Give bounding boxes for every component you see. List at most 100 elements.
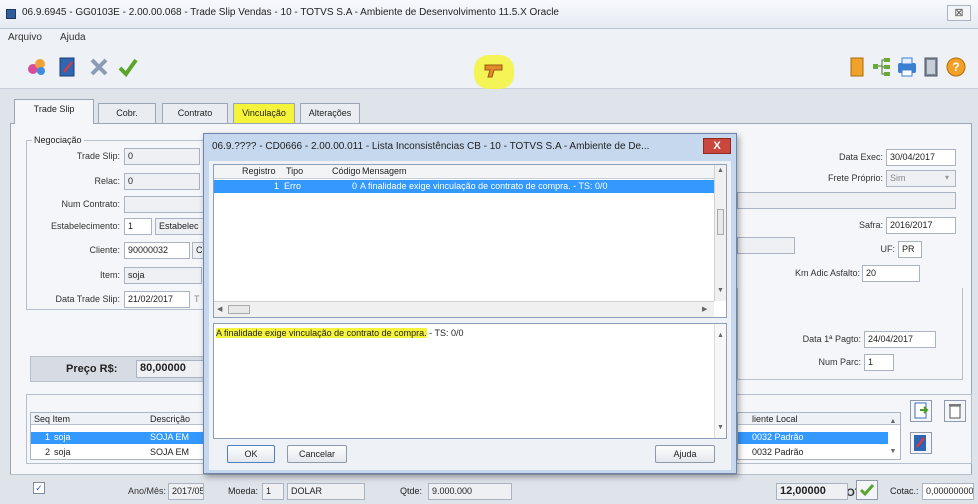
scroll-up-icon[interactable]: ▲ — [715, 332, 726, 339]
tab-vinculacao[interactable]: Vinculação — [233, 103, 295, 123]
contrato-info-field — [737, 192, 956, 209]
chevron-down-icon[interactable]: ▾ — [945, 173, 949, 182]
cotac-field[interactable]: 0,00000000 — [922, 483, 974, 500]
settings-cluster-icon[interactable] — [26, 56, 48, 80]
safra-field[interactable]: 2016/2017 — [886, 217, 956, 234]
cliente-name-extended-field — [737, 237, 795, 254]
data-1-pagto-label: Data 1ª Pagto: — [802, 334, 861, 344]
add-item-button[interactable] — [910, 400, 932, 422]
detail-message-box: A finalidade exige vinculação de contrat… — [213, 323, 727, 439]
uf-label: UF: — [880, 244, 896, 254]
moeda-label: Moeda: — [228, 486, 259, 496]
preco-label: Preço R$: — [66, 363, 118, 375]
data-1-pagto-field[interactable]: 24/04/2017 — [864, 331, 936, 348]
registro-header: Registro — [242, 166, 276, 176]
scroll-left-icon[interactable]: ◀ — [217, 305, 222, 313]
cancel-button[interactable]: Cancelar — [287, 445, 347, 463]
help-button[interactable]: Ajuda — [655, 445, 715, 463]
print-icon[interactable] — [896, 57, 918, 79]
detail-message: A finalidade exige vinculação de contrat… — [216, 328, 464, 338]
tree-icon[interactable] — [872, 57, 892, 79]
menu-bar — [0, 29, 978, 47]
error-list-hscroll[interactable]: ◀ ▶ — [214, 301, 714, 317]
tab-contrato[interactable]: Contrato — [162, 103, 228, 123]
qtde-field[interactable]: 9.000.000 — [428, 483, 512, 500]
cbot-field[interactable]: 12,00000 — [776, 483, 848, 500]
tipo-value: Erro — [284, 181, 302, 191]
hscroll-thumb[interactable] — [228, 305, 250, 314]
frete-proprio-label: Frete Próprio: — [827, 173, 883, 183]
row-seq: 2 — [45, 447, 51, 457]
error-list-vscroll[interactable]: ▲ ▼ — [714, 165, 726, 301]
data-exec-field[interactable]: 30/04/2017 — [886, 149, 956, 166]
confirm-check-icon[interactable] — [117, 56, 139, 80]
trade-slip-field[interactable]: 0 — [124, 148, 200, 165]
moeda-code-field[interactable]: 1 — [262, 483, 284, 500]
estabelecimento-name-field: Estabelec — [155, 218, 205, 235]
cliente-field[interactable]: 90000032 — [124, 242, 190, 259]
ok-button[interactable]: OK — [227, 445, 275, 463]
delete-icon[interactable] — [88, 56, 110, 80]
scroll-down-icon[interactable]: ▼ — [888, 448, 898, 455]
row-seq: 1 — [45, 432, 51, 442]
cliente-label: Cliente: — [89, 245, 120, 255]
qtde-label: Qtde: — [400, 486, 423, 496]
mensagem-value: A finalidade exige vinculação de contrat… — [360, 181, 608, 191]
menu-arquivo[interactable]: Arquivo — [8, 32, 42, 43]
num-parc-label: Num Parc: — [818, 357, 861, 367]
close-window-button[interactable]: ⊠ — [947, 5, 971, 21]
dialog-close-button[interactable]: X — [703, 138, 731, 154]
estabelecimento-field[interactable]: 1 — [124, 218, 152, 235]
bookmark-icon[interactable] — [850, 57, 864, 79]
ano-mes-field[interactable]: 2017/05 — [168, 483, 204, 500]
preco-field[interactable]: 80,00000 — [136, 360, 206, 378]
tab-trade-slip[interactable]: Trade Slip — [14, 99, 94, 124]
error-list-header: Registro Tipo Código Mensagem — [214, 165, 714, 179]
dialog-body: Registro Tipo Código Mensagem 1 Erro 0 A… — [209, 161, 731, 470]
num-contrato-field[interactable] — [124, 196, 204, 213]
svg-text:?: ? — [952, 60, 959, 74]
window-title: 06.9.6945 - GG0103E - 2.00.00.068 - Trad… — [22, 7, 559, 18]
uf-field[interactable]: PR — [898, 241, 922, 258]
checkbox[interactable]: ✓ — [33, 482, 45, 494]
seq-item-header: Seq Item — [34, 414, 71, 424]
mensagem-header: Mensagem — [362, 166, 407, 176]
edit-item-button[interactable] — [910, 432, 932, 454]
scroll-up-icon[interactable]: ▲ — [888, 418, 898, 425]
codigo-value: 0 — [352, 181, 358, 191]
descricao-header: Descrição — [150, 414, 191, 424]
menu-ajuda[interactable]: Ajuda — [60, 32, 86, 43]
km-adic-asfalto-field[interactable]: 20 — [862, 265, 920, 282]
scroll-down-icon[interactable]: ▼ — [715, 424, 726, 431]
scroll-right-icon[interactable]: ▶ — [702, 305, 707, 313]
error-list: Registro Tipo Código Mensagem 1 Erro 0 A… — [213, 164, 727, 318]
row-item: soja — [54, 432, 71, 442]
moeda-name-field: DOLAR — [287, 483, 365, 500]
row-item: soja — [54, 447, 71, 457]
num-parc-field[interactable]: 1 — [864, 354, 894, 371]
detail-vscroll[interactable]: ▲ ▼ — [714, 324, 726, 438]
error-row[interactable]: 1 Erro 0 A finalidade exige vinculação d… — [214, 180, 714, 193]
scroll-down-icon[interactable]: ▼ — [715, 287, 726, 294]
relac-field[interactable]: 0 — [124, 173, 200, 190]
scroll-thumb[interactable] — [717, 209, 724, 235]
ano-mes-label: Ano/Mês: — [127, 486, 166, 496]
confirm-check-icon[interactable] — [856, 480, 878, 500]
item-field[interactable]: soja — [124, 267, 202, 284]
trade-slip-label: Trade Slip: — [76, 151, 120, 161]
edit-document-icon[interactable] — [58, 56, 78, 80]
gun-icon[interactable] — [484, 62, 504, 82]
tab-alteracoes[interactable]: Alterações — [300, 103, 360, 123]
row-cliente-local: 0032 Padrão — [752, 447, 804, 457]
detail-message-highlight: A finalidade exige vinculação de contrat… — [216, 328, 427, 338]
data-trade-slip-field[interactable]: 21/02/2017 — [124, 291, 190, 308]
scroll-up-icon[interactable]: ▲ — [715, 167, 726, 174]
exit-door-icon[interactable] — [922, 57, 940, 79]
row-desc: SOJA EM — [150, 447, 190, 457]
trash-icon[interactable] — [944, 400, 966, 422]
row-cliente-local: 0032 Padrão — [752, 432, 804, 442]
tab-cobr[interactable]: Cobr. — [98, 103, 156, 123]
help-icon[interactable]: ? — [946, 57, 966, 79]
data-exec-label: Data Exec: — [838, 152, 883, 162]
dialog-title: 06.9.???? - CD0666 - 2.00.00.011 - Lista… — [212, 141, 650, 152]
